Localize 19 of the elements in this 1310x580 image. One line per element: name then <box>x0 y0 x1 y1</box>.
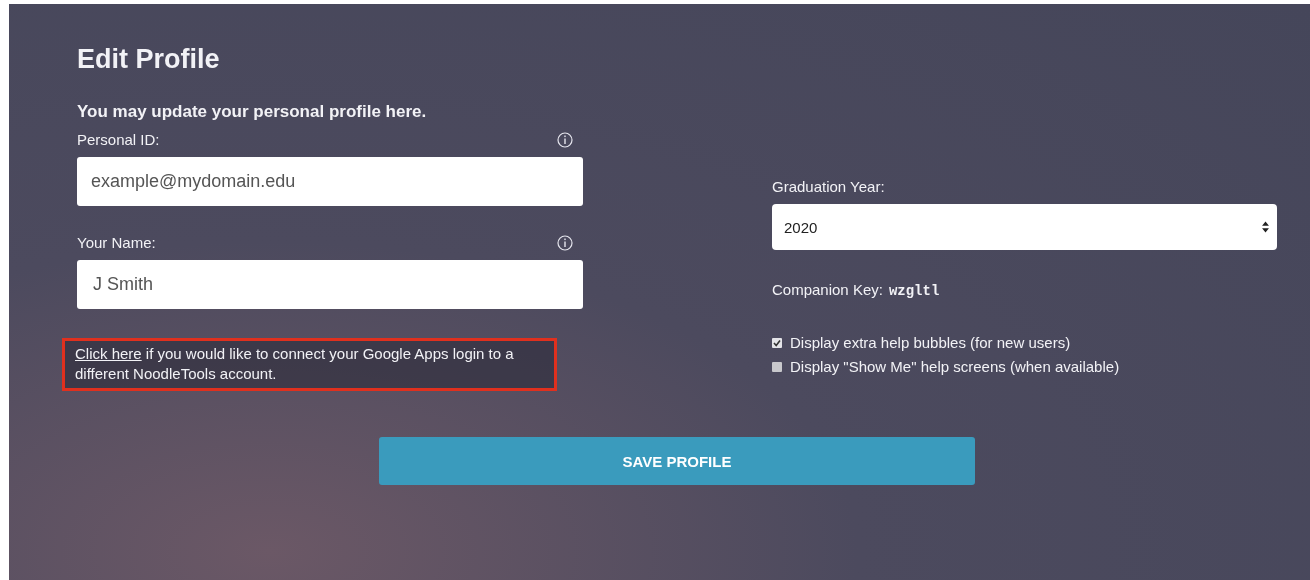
field-label: Your Name: <box>77 233 156 253</box>
option-label: Display extra help bubbles (for new users) <box>790 333 1071 353</box>
companion-key-value: wzgltl <box>888 283 940 299</box>
field-label: Personal ID: <box>77 130 160 150</box>
checkbox[interactable] <box>772 362 782 372</box>
companion-key-label: Companion Key: <box>772 281 883 298</box>
updown-arrows-icon <box>1262 221 1269 233</box>
field-label: Graduation Year: <box>772 177 886 197</box>
page-title: Edit Profile <box>77 43 221 76</box>
info-icon[interactable] <box>557 235 573 251</box>
graduation-year-select[interactable]: 2020 <box>772 204 1277 250</box>
connect-account-notice: Click here if you would like to connect your Google Apps login to a different NoodleTools account. <box>62 338 557 391</box>
subtitle: You may update your personal profile here. <box>77 101 428 123</box>
option-label: Display "Show Me" help screens (when available) <box>790 357 1120 377</box>
info-icon[interactable] <box>557 132 573 148</box>
text-field[interactable]: J Smith <box>77 260 583 309</box>
checkbox[interactable] <box>772 338 782 348</box>
click-here-link[interactable]: Click here <box>75 345 142 362</box>
text-field[interactable]: example@mydomain.edu <box>77 157 583 206</box>
